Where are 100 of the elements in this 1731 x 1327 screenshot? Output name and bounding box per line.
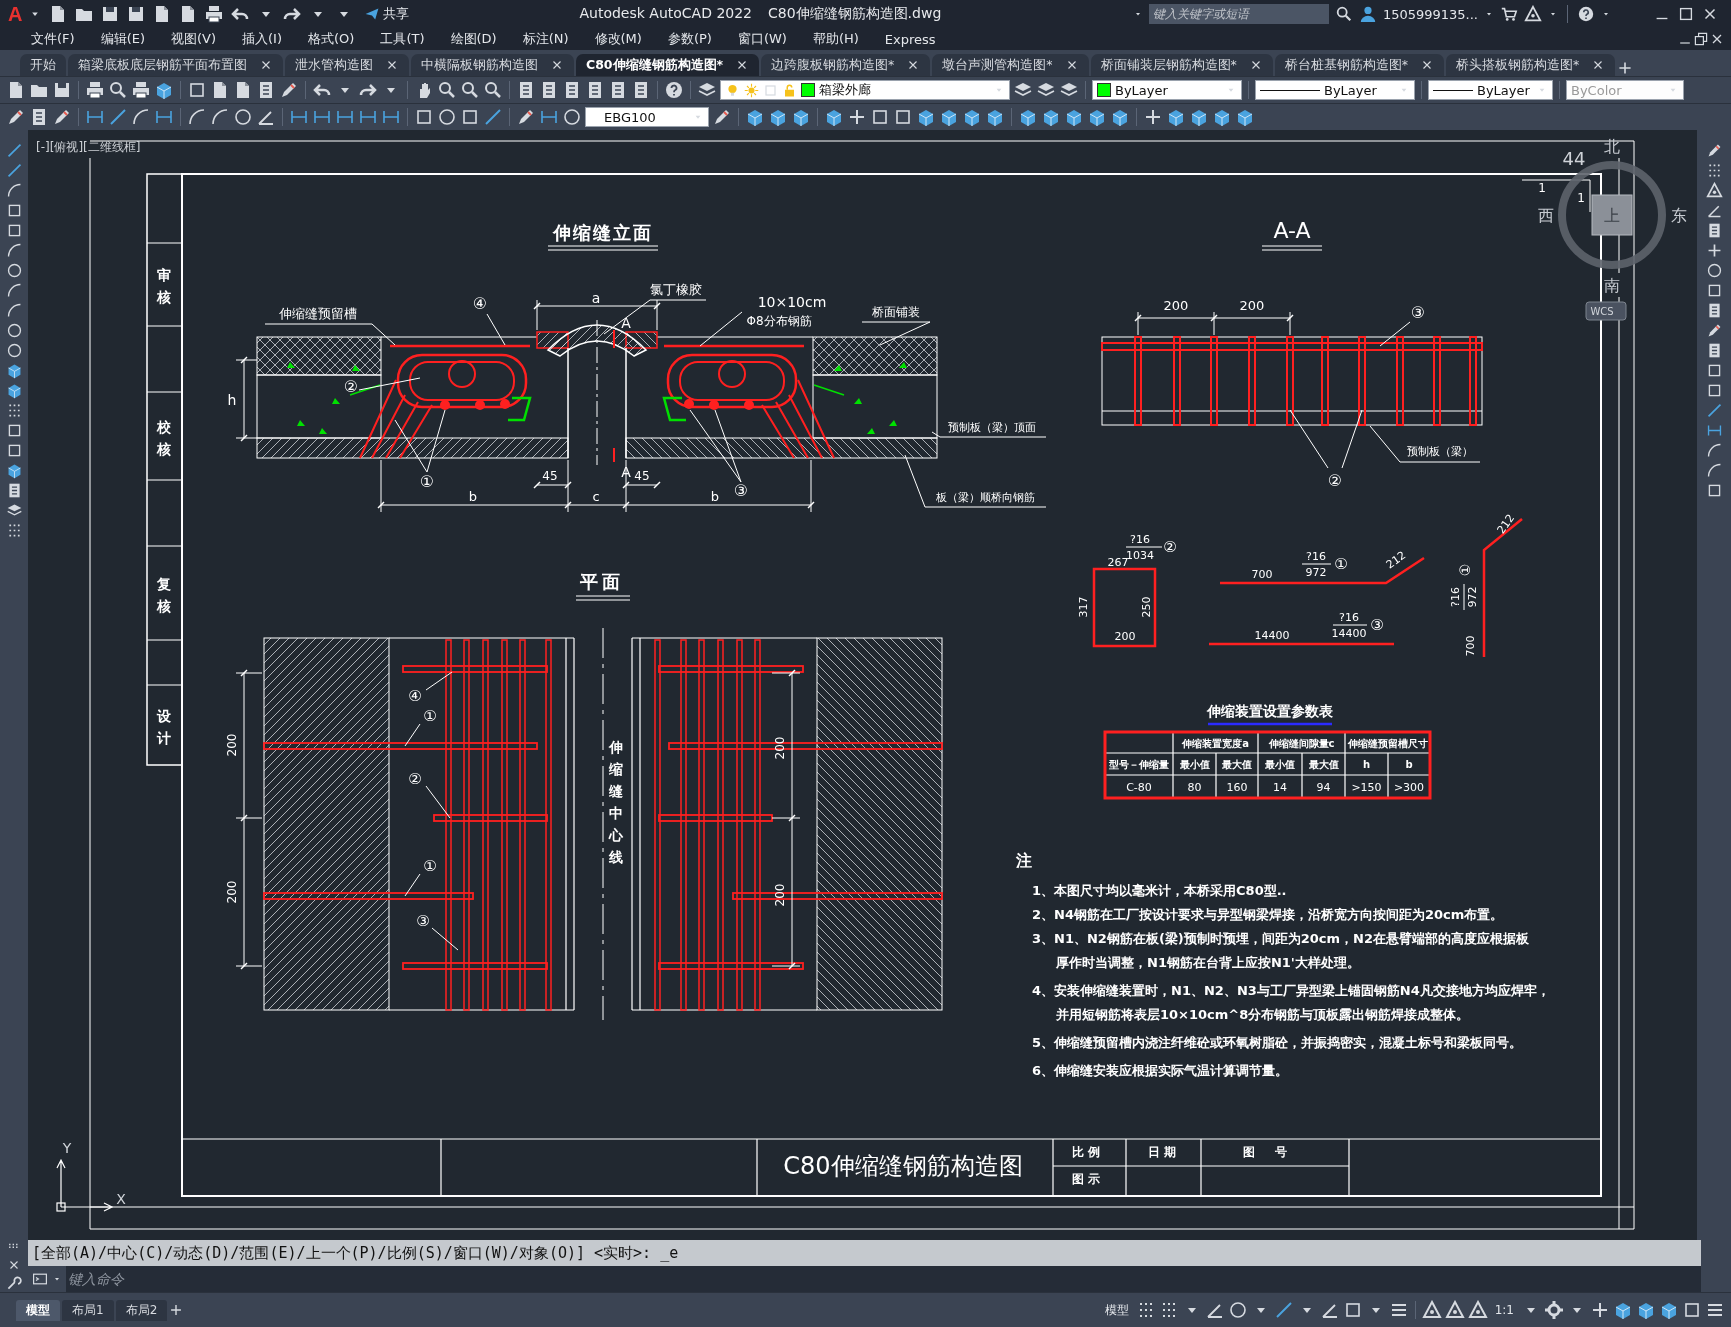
layers-icon[interactable] <box>5 502 23 519</box>
cube-icon[interactable] <box>1189 107 1209 127</box>
cube-icon[interactable] <box>1636 1300 1656 1320</box>
menu-item[interactable]: 帮助(H) <box>799 30 872 48</box>
menu-item[interactable]: 窗口(W) <box>724 30 800 48</box>
menu-item[interactable]: 编辑(E) <box>87 30 158 48</box>
cube-icon[interactable] <box>5 362 23 379</box>
plus-icon[interactable] <box>169 1303 184 1317</box>
triangle-icon[interactable] <box>1467 1300 1488 1320</box>
help-icon[interactable] <box>664 80 684 100</box>
search-field[interactable]: 键入关键字或短语 <box>1148 4 1329 24</box>
cube-icon[interactable] <box>916 107 936 127</box>
arc-icon[interactable] <box>131 107 151 127</box>
save-icon[interactable] <box>52 80 72 100</box>
line-icon[interactable] <box>108 107 128 127</box>
terminal-icon[interactable] <box>32 1271 48 1287</box>
model-space-button[interactable]: 模型 <box>1100 1301 1133 1319</box>
magnifier-icon[interactable] <box>437 80 457 100</box>
magnifier-icon[interactable] <box>108 80 128 100</box>
square-icon[interactable] <box>1682 1300 1702 1320</box>
triangle-icon[interactable] <box>1705 182 1723 199</box>
arc-icon[interactable] <box>5 242 23 259</box>
menu-item[interactable]: Express <box>871 31 949 47</box>
line-icon[interactable] <box>1705 402 1723 419</box>
menu-item[interactable]: 文件(F) <box>18 30 88 48</box>
cube-icon[interactable] <box>5 462 23 479</box>
linetype-dropdown[interactable]: ByLayer <box>1255 80 1415 100</box>
printer-icon[interactable] <box>131 80 151 100</box>
magnifier-icon[interactable] <box>483 80 503 100</box>
cube-icon[interactable] <box>1110 107 1130 127</box>
cube-icon[interactable] <box>791 107 811 127</box>
wcs-menu[interactable] <box>1585 301 1627 321</box>
cube-icon[interactable] <box>1235 107 1255 127</box>
line-icon[interactable] <box>5 142 23 159</box>
command-input[interactable]: 键入命令 <box>66 1266 1701 1292</box>
plus-icon[interactable] <box>1590 1300 1610 1320</box>
arc-icon[interactable] <box>187 107 207 127</box>
pencil-icon[interactable] <box>6 107 26 127</box>
line-icon[interactable] <box>483 107 503 127</box>
printer-icon[interactable] <box>204 4 225 24</box>
cube-icon[interactable] <box>1166 107 1186 127</box>
circle-icon[interactable] <box>1227 1300 1248 1320</box>
file-tab[interactable]: 桥面铺装层钢筋构造图* <box>1090 54 1273 76</box>
cube-icon[interactable] <box>5 382 23 399</box>
pencil-icon[interactable] <box>712 107 732 127</box>
dim-style-dropdown[interactable]: EBG100 <box>585 107 709 127</box>
circle-icon[interactable] <box>562 107 582 127</box>
file-tab[interactable]: C80伸缩缝钢筋构造图* <box>576 54 760 76</box>
plus-icon[interactable] <box>1143 107 1163 127</box>
cube-icon[interactable] <box>939 107 959 127</box>
cube-icon[interactable] <box>1212 107 1232 127</box>
file-tab[interactable]: 箱梁底板底层钢筋平面布置图 <box>68 54 283 76</box>
arc-icon[interactable] <box>5 282 23 299</box>
arc-icon[interactable] <box>5 302 23 319</box>
line-icon[interactable] <box>5 162 23 179</box>
magnifier-icon[interactable] <box>460 80 480 100</box>
cube-icon[interactable] <box>962 107 982 127</box>
triangle-icon[interactable] <box>1444 1300 1465 1320</box>
cube-icon[interactable] <box>1659 1300 1679 1320</box>
pencil-icon[interactable] <box>279 80 299 100</box>
circle-icon[interactable] <box>5 262 23 279</box>
triangle-icon[interactable] <box>1421 1300 1442 1320</box>
file-tab[interactable]: 桥台桩基钢筋构造图* <box>1274 54 1445 76</box>
pencil-icon[interactable] <box>52 107 72 127</box>
square-icon[interactable] <box>460 107 480 127</box>
gear-icon[interactable] <box>1544 1300 1564 1320</box>
maximize-icon[interactable] <box>1677 5 1695 23</box>
circle-icon[interactable] <box>233 107 253 127</box>
share-button[interactable]: 共享 <box>360 5 414 23</box>
restore-icon[interactable] <box>1693 31 1709 47</box>
plus-icon[interactable] <box>847 107 867 127</box>
menu-item[interactable]: 标注(N) <box>509 30 582 48</box>
cube-icon[interactable] <box>1087 107 1107 127</box>
menu-item[interactable]: 视图(V) <box>158 30 230 48</box>
file-tab[interactable]: 墩台声测管构造图* <box>932 54 1089 76</box>
cube-icon[interactable] <box>824 107 844 127</box>
triangle-icon[interactable] <box>1524 5 1542 23</box>
cube-icon[interactable] <box>1064 107 1084 127</box>
plane-icon[interactable] <box>364 6 381 22</box>
dimension-icon[interactable] <box>1705 422 1723 439</box>
menu-item[interactable]: 插入(I) <box>229 30 295 48</box>
menu-item[interactable]: 绘图(D) <box>437 30 510 48</box>
cube-icon[interactable] <box>1018 107 1038 127</box>
wrench-icon[interactable] <box>6 1274 22 1291</box>
circle-icon[interactable] <box>437 107 457 127</box>
cube-icon[interactable] <box>745 107 765 127</box>
user-name[interactable]: 1505999135... <box>1382 6 1478 22</box>
plus-icon[interactable] <box>1617 60 1634 76</box>
arc-icon[interactable] <box>1705 442 1723 459</box>
cube-icon[interactable] <box>1613 1300 1633 1320</box>
cube-icon[interactable] <box>768 107 788 127</box>
circle-icon[interactable] <box>1705 262 1723 279</box>
lineweight-dropdown[interactable]: ByLayer <box>1428 80 1553 100</box>
cart-icon[interactable] <box>1500 5 1518 23</box>
circle-icon[interactable] <box>5 342 23 359</box>
file-tab[interactable]: 泄水管构造图 <box>285 54 409 76</box>
layout-tab[interactable]: 布局1 <box>62 1299 114 1321</box>
file-tab[interactable]: 边跨腹板钢筋构造图* <box>761 54 931 76</box>
square-icon[interactable] <box>870 107 890 127</box>
help-icon[interactable] <box>1577 5 1595 23</box>
